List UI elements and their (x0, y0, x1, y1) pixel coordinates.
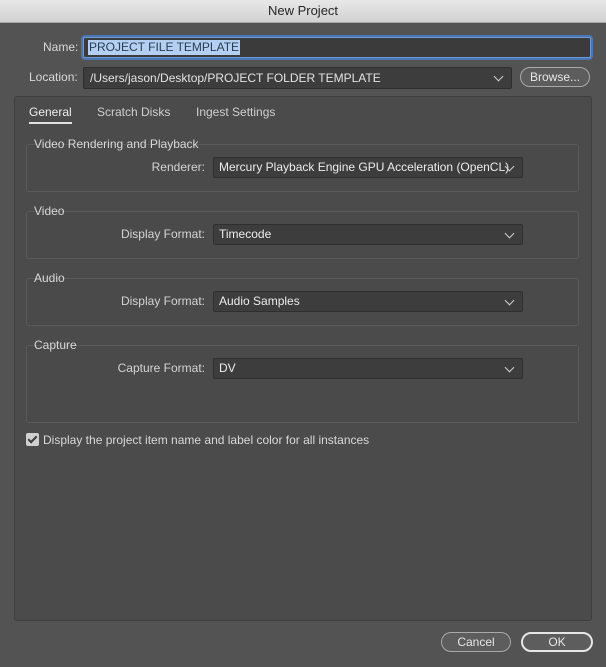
capture-format-value: DV (219, 361, 236, 375)
renderer-dropdown[interactable]: Mercury Playback Engine GPU Acceleration… (213, 157, 523, 178)
capture-format-dropdown[interactable]: DV (213, 358, 523, 379)
chevron-down-icon (493, 71, 504, 82)
chevron-down-icon (504, 228, 515, 239)
tab-general[interactable]: General (29, 105, 72, 124)
renderer-value: Mercury Playback Engine GPU Acceleration… (219, 160, 510, 174)
window-title: New Project (267, 3, 339, 18)
video-display-format-value: Timecode (219, 227, 272, 241)
audio-display-format-label: Display Format: (120, 294, 205, 308)
location-dropdown[interactable]: /Users/jason/Desktop/PROJECT FOLDER TEMP… (83, 67, 512, 89)
video-display-format-dropdown[interactable]: Timecode (213, 224, 523, 245)
capture-format-label: Capture Format: (117, 361, 205, 375)
display-label-color-checkbox[interactable] (26, 433, 39, 446)
browse-button[interactable]: Browse... (520, 67, 590, 87)
video-display-format-label: Display Format: (120, 227, 205, 241)
location-value: /Users/jason/Desktop/PROJECT FOLDER TEMP… (90, 71, 381, 85)
capture-group (26, 345, 579, 423)
audio-group-title: Audio (34, 271, 65, 285)
name-label: Name: (43, 40, 79, 54)
ok-button[interactable]: OK (521, 632, 593, 652)
settings-panel: General Scratch Disks Ingest Settings Vi… (14, 96, 592, 621)
location-label: Location: (29, 70, 78, 84)
chevron-down-icon (504, 295, 515, 306)
video-group-title: Video (34, 204, 65, 218)
capture-group-title: Capture (34, 338, 77, 352)
cancel-button[interactable]: Cancel (441, 632, 511, 652)
display-label-color-checkbox-label: Display the project item name and label … (43, 433, 370, 447)
window-titlebar[interactable]: New Project (0, 0, 606, 23)
project-name-input[interactable]: PROJECT FILE TEMPLATE (83, 37, 591, 58)
tab-scratch-disks[interactable]: Scratch Disks (97, 105, 170, 119)
chevron-down-icon (504, 362, 515, 373)
audio-display-format-dropdown[interactable]: Audio Samples (213, 291, 523, 312)
project-name-value: PROJECT FILE TEMPLATE (88, 40, 241, 55)
audio-display-format-value: Audio Samples (219, 294, 300, 308)
renderer-label: Renderer: (151, 160, 205, 174)
rendering-group-title: Video Rendering and Playback (34, 137, 199, 151)
tab-ingest-settings[interactable]: Ingest Settings (196, 105, 275, 119)
